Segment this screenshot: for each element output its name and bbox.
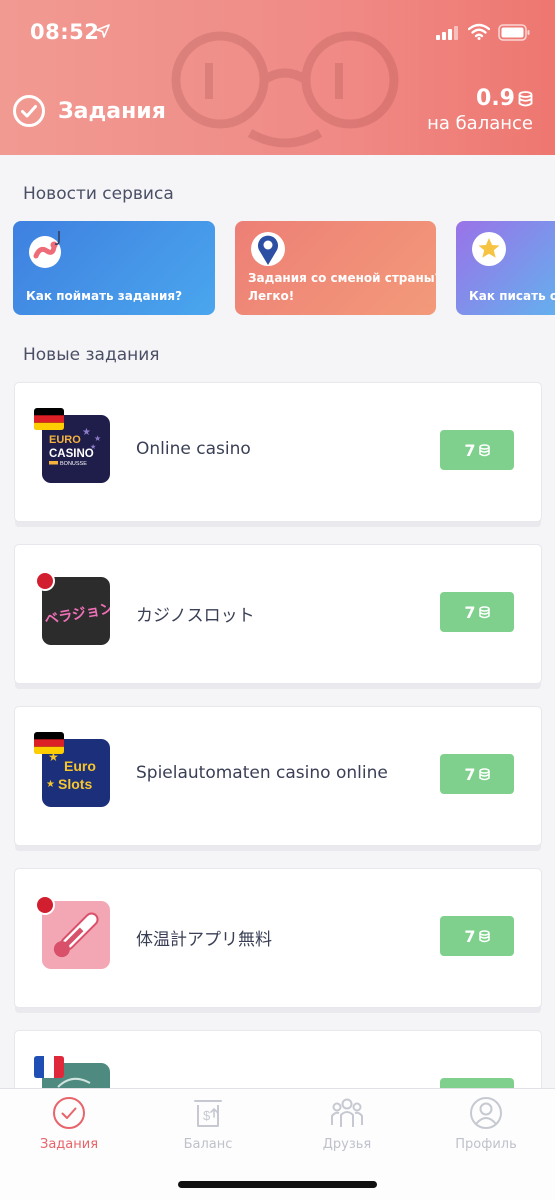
header: 08:52 Задания 0.9 на балансе	[0, 0, 555, 155]
task-name: 体温計アプリ無料	[136, 930, 272, 950]
page-title: Задания	[58, 98, 166, 124]
coin-icon	[478, 929, 490, 942]
icon-text: EURO	[49, 434, 81, 446]
tab-label: Друзья	[322, 1137, 372, 1152]
task-price: 7	[464, 926, 476, 946]
news-section-title: Новости сервиса	[23, 184, 174, 204]
icon-text: BONUSSE	[60, 461, 87, 467]
task-name: Online casino	[136, 439, 251, 459]
worm-hook-icon	[29, 231, 61, 268]
task-price: 7	[464, 764, 476, 784]
tasks-section-title: Новые задания	[23, 345, 160, 365]
france-flag-icon	[34, 1056, 64, 1078]
tab-tasks[interactable]: Задания	[0, 1095, 138, 1152]
tab-label: Баланс	[183, 1137, 233, 1152]
wifi-icon	[468, 23, 490, 40]
task-price-button[interactable]: 7	[440, 592, 514, 632]
wallet-dollar-icon: $	[194, 1100, 222, 1127]
task-price-button[interactable]: 7	[440, 430, 514, 470]
tab-label: Профиль	[455, 1137, 517, 1152]
news-card-text: Задания со сменой страны? Легко!	[248, 269, 436, 305]
germany-flag-icon	[34, 408, 64, 430]
home-indicator[interactable]	[178, 1181, 377, 1188]
task-card[interactable]: EURO CASINO BONUSSE ★ ★ ★ Online casino …	[14, 382, 542, 522]
friends-icon	[331, 1098, 363, 1127]
japan-flag-icon	[35, 571, 55, 591]
balance-amount-row: 0.9	[427, 86, 533, 111]
svg-text:$: $	[203, 1108, 211, 1123]
svg-text:★: ★	[82, 427, 91, 438]
icon-text: CASINO	[49, 448, 94, 460]
icon-text: Slots	[58, 776, 92, 792]
tab-balance[interactable]: $ Баланс	[139, 1095, 277, 1152]
map-pin-icon	[251, 232, 285, 266]
balance-amount: 0.9	[476, 86, 515, 111]
coin-icon	[478, 605, 490, 618]
task-card[interactable]: ベラジョン カジノスロット 7	[14, 544, 542, 684]
task-name: Spielautomaten casino online	[136, 763, 388, 783]
user-profile-icon	[470, 1097, 502, 1129]
cellular-signal-icon	[436, 26, 458, 40]
status-bar: 08:52	[0, 0, 555, 62]
coin-icon	[518, 90, 533, 106]
news-card-catch-tasks[interactable]: Как поймать задания?	[13, 221, 215, 315]
task-price: 7	[464, 602, 476, 622]
task-price-button[interactable]: 7	[440, 754, 514, 794]
status-time: 08:52	[30, 20, 100, 44]
task-price: 7	[464, 440, 476, 460]
balance-label: на балансе	[427, 113, 533, 134]
check-circle-icon	[53, 1097, 85, 1129]
svg-text:★: ★	[46, 779, 55, 790]
balance-display[interactable]: 0.9 на балансе	[427, 86, 533, 134]
location-arrow-icon	[96, 24, 110, 38]
news-card-text: Как писать о	[469, 289, 555, 303]
svg-text:★: ★	[90, 443, 96, 451]
tab-friends[interactable]: Друзья	[278, 1095, 416, 1152]
japan-flag-icon	[35, 895, 55, 915]
coin-icon	[478, 767, 490, 780]
news-card-country-change[interactable]: Задания со сменой страны? Легко!	[235, 221, 436, 315]
news-card-text-line: Легко!	[248, 289, 295, 303]
task-card[interactable]: 体温計アプリ無料 7	[14, 868, 542, 1008]
task-price-button[interactable]: 7	[440, 916, 514, 956]
icon-text: Euro	[64, 758, 96, 774]
battery-icon	[498, 24, 530, 41]
news-card-text-line: Задания со сменой страны?	[248, 271, 436, 285]
page-title-group: Задания	[12, 94, 166, 128]
task-card[interactable]: ★ ★ Euro Slots Spielautomaten casino onl…	[14, 706, 542, 846]
svg-text:★: ★	[94, 434, 101, 443]
germany-flag-icon	[34, 732, 64, 754]
tab-profile[interactable]: Профиль	[417, 1095, 555, 1152]
coin-icon	[478, 443, 490, 456]
task-name: カジノスロット	[136, 606, 255, 626]
star-badge-icon	[472, 232, 506, 266]
tab-label: Задания	[39, 1137, 99, 1152]
news-card-how-to-write[interactable]: Как писать о	[456, 221, 555, 315]
news-card-text: Как поймать задания?	[26, 289, 183, 303]
check-circle-icon	[13, 95, 45, 127]
